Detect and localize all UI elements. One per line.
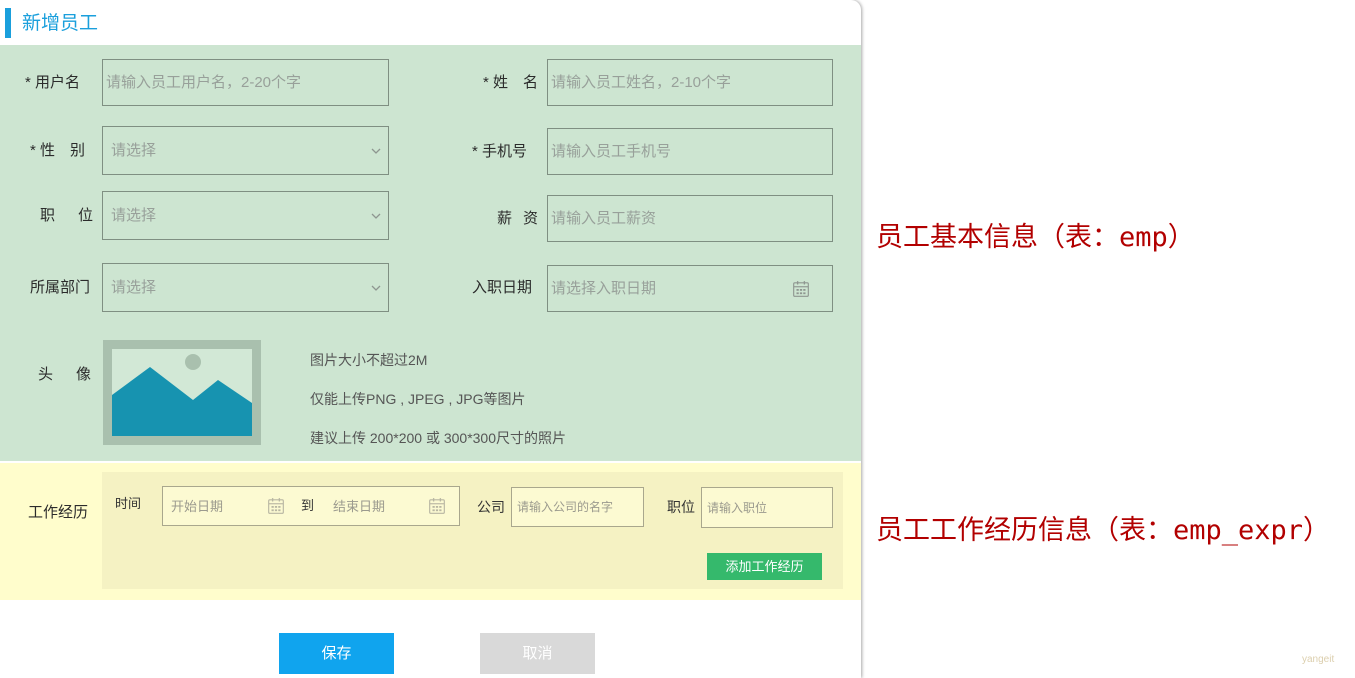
basic-info-annotation: 员工基本信息（表：emp）: [876, 222, 1195, 253]
basic-info-section: * 用户名 * 姓 名 * 性 别 请选择 * 手机号 职 位 请选择 薪 资 …: [0, 45, 861, 461]
avatar-hint-dimensions: 建议上传 200*200 或 300*300尺寸的照片: [310, 430, 566, 446]
avatar-hint-format: 仅能上传PNG , JPEG , JPG等图片: [310, 391, 526, 407]
end-date-input[interactable]: [333, 487, 423, 525]
chevron-down-icon: [369, 209, 383, 223]
username-input[interactable]: [102, 59, 389, 106]
work-experience-section: 工作经历 时间 开始日期 到 结束日期 公司 请输入公司的名字 职位 请输入职位…: [0, 463, 861, 600]
salary-label: 薪 资: [497, 210, 538, 227]
watermark: yangeit: [1302, 654, 1335, 665]
avatar-upload[interactable]: [103, 340, 261, 445]
work-experience-annotation: 员工工作经历信息（表：emp_expr）: [876, 515, 1331, 546]
gender-select[interactable]: 请选择: [102, 126, 389, 175]
work-experience-label: 工作经历: [28, 504, 89, 521]
page-title: 新增员工: [22, 13, 99, 34]
work-experience-entry: 时间 到: [102, 472, 843, 589]
date-range-separator: 到: [301, 498, 315, 513]
phone-input[interactable]: [547, 128, 833, 175]
calendar-icon[interactable]: [428, 497, 446, 515]
entry-date-picker[interactable]: [547, 265, 833, 312]
name-input[interactable]: [547, 59, 833, 106]
add-employee-dialog: 新增员工 * 用户名 * 姓 名 * 性 别 请选择 * 手机号 职 位 请选择…: [0, 0, 861, 678]
name-label: * 姓 名: [483, 74, 539, 91]
title-accent-bar: [5, 8, 11, 38]
calendar-icon[interactable]: [267, 497, 285, 515]
department-select-placeholder: 请选择: [111, 278, 157, 296]
cancel-button[interactable]: 取消: [480, 633, 595, 674]
entry-date-input[interactable]: [548, 266, 832, 311]
job-select[interactable]: 请选择: [102, 191, 389, 240]
gender-label: * 性 别: [30, 142, 86, 159]
save-button[interactable]: 保存: [279, 633, 394, 674]
gender-select-placeholder: 请选择: [111, 141, 157, 159]
add-work-experience-button[interactable]: 添加工作经历: [707, 553, 822, 580]
department-select[interactable]: 请选择: [102, 263, 389, 312]
time-label: 时间: [115, 496, 142, 511]
date-range-picker[interactable]: 到: [162, 486, 460, 526]
avatar-hint-size: 图片大小不超过2M: [310, 352, 428, 368]
username-label: * 用户名: [25, 74, 81, 91]
start-date-input[interactable]: [171, 487, 261, 525]
department-label: 所属部门: [30, 279, 91, 296]
image-placeholder-icon: [103, 340, 261, 445]
experience-job-input[interactable]: [701, 487, 833, 528]
job-label: 职 位: [40, 207, 98, 224]
company-input[interactable]: [511, 487, 644, 527]
calendar-icon[interactable]: [792, 280, 810, 298]
job-select-placeholder: 请选择: [111, 206, 157, 224]
avatar-label: 头 像: [38, 366, 96, 383]
chevron-down-icon: [369, 281, 383, 295]
entry-date-label: 入职日期: [472, 279, 533, 296]
company-label: 公司: [477, 499, 505, 515]
salary-input[interactable]: [547, 195, 833, 242]
phone-label: * 手机号: [472, 143, 528, 160]
experience-job-label: 职位: [667, 499, 695, 515]
chevron-down-icon: [369, 144, 383, 158]
